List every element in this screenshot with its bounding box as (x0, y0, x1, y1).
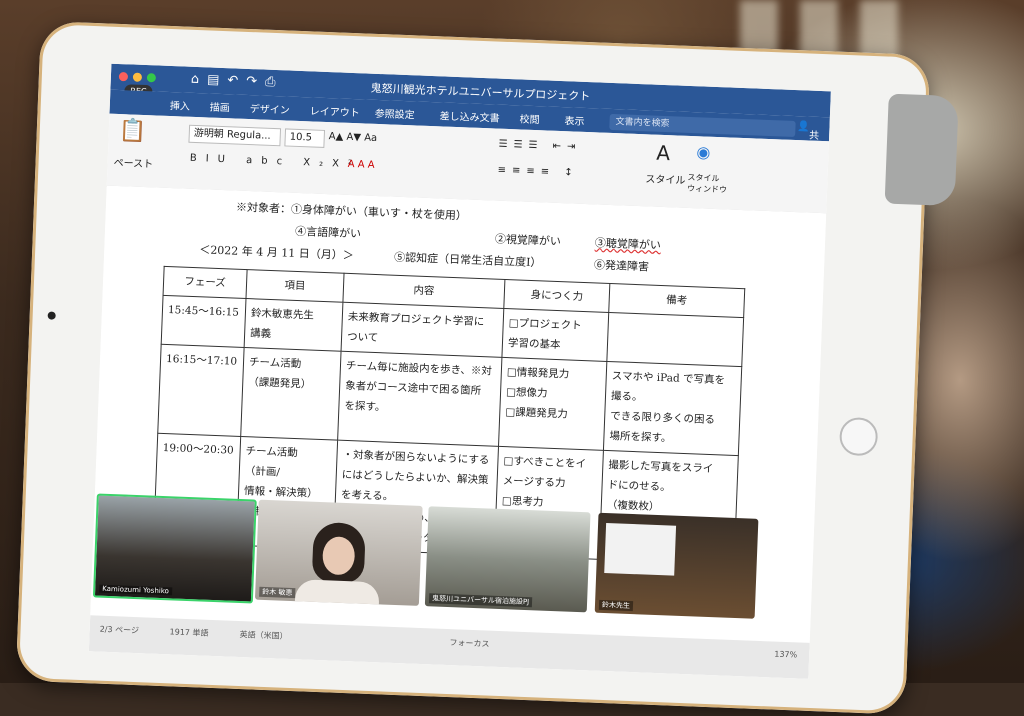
home-button[interactable] (838, 416, 879, 457)
ipad-tablet: REC ⌂▤↶↷⎙ 鬼怒川観光ホテルユニバーサルプロジェクト 挿入 描画 デザイ… (15, 20, 959, 715)
font-color-icon[interactable]: A A A (348, 159, 375, 171)
styles-label: スタイル (645, 174, 686, 187)
cell-notes: スマホや iPad で写真を 撮る。 できる限り多くの困る 場所を探す。 (603, 361, 742, 456)
target-line-3b: ⑥発達障害 (593, 258, 650, 274)
zoom-window-icon[interactable] (146, 73, 157, 83)
styles-window-icon[interactable]: ◉ (696, 142, 711, 162)
video-tile-room[interactable]: Kamiozumi Yoshiko (92, 493, 257, 604)
target-line-1: ※対象者：①身体障がい（車いす・杖を使用） (235, 200, 468, 223)
cell-skills: □情報発見力 □想像力 □課題発見力 (498, 357, 607, 451)
video-tile-speaker[interactable]: 鈴木 敏恵 (254, 499, 423, 606)
styles-window-label: スタイル ウィンドウ (686, 172, 728, 195)
close-window-icon[interactable] (118, 72, 129, 82)
tablet-screen: REC ⌂▤↶↷⎙ 鬼怒川観光ホテルユニバーサルプロジェクト 挿入 描画 デザイ… (88, 63, 831, 679)
header-item: 項目 (245, 269, 345, 303)
video-tile-screen[interactable]: 鈴木先生 (594, 512, 759, 619)
minimize-window-icon[interactable] (132, 72, 143, 82)
paste-icon[interactable]: 📋 (118, 118, 146, 144)
video-caption: 鈴木先生 (598, 599, 634, 612)
tab-review[interactable]: 校閲 (519, 110, 540, 126)
cell-content: 未来教育プロジェクト学習に ついて (341, 302, 504, 358)
tab-layout[interactable]: レイアウト (309, 102, 360, 119)
cell-time: 16:15～17:10 (157, 344, 245, 437)
tab-design[interactable]: デザイン (250, 100, 291, 117)
tab-view[interactable]: 表示 (564, 112, 585, 128)
target-line-2b: ②視覚障がい (494, 232, 562, 249)
date-line: ＜2022 年 4 月 11 日（月）＞ (199, 243, 354, 263)
cell-skills: □プロジェクト 学習の基本 (501, 308, 609, 362)
tab-references[interactable]: 参照設定 (374, 105, 415, 122)
tab-mailings[interactable]: 差し込み文書 (439, 107, 500, 124)
tab-draw[interactable]: 描画 (210, 99, 231, 115)
target-line-3: ⑤認知症（日常生活自立度Ⅰ） (393, 250, 542, 270)
tablet-stand-clip (884, 93, 959, 207)
target-line-2a: ④言語障がい (294, 224, 362, 241)
zoom-level[interactable]: 137% (774, 650, 797, 660)
video-caption: 鬼怒川ユニバーサル宿泊施設PJ (428, 593, 533, 608)
share-button[interactable]: 👤 共有 (797, 121, 820, 157)
tab-insert[interactable]: 挿入 (170, 97, 191, 113)
alignment-tools[interactable]: ≡≡≡≡ ↕ (497, 165, 578, 179)
cell-item: チーム活動 （課題発見） (240, 347, 342, 441)
paragraph-tools[interactable]: ☰☰☰ ⇤⇥ (498, 139, 581, 153)
styles-icon[interactable]: A (656, 141, 671, 166)
focus-button[interactable]: フォーカス (449, 637, 489, 650)
cell-content: チーム毎に施設内を歩き、※対 象者がコース途中で困る箇所 を探す。 (337, 351, 502, 447)
quick-access-toolbar[interactable]: ⌂▤↶↷⎙ (191, 72, 284, 91)
projected-slide (604, 523, 677, 576)
language-status: 英語（米国） (239, 630, 288, 641)
paste-label: ペースト (113, 157, 154, 171)
speaker-shoulders (294, 579, 380, 606)
video-tile-classroom[interactable]: 鬼怒川ユニバーサル宿泊施設PJ (424, 506, 591, 613)
page-count: 2/3 ページ (99, 624, 140, 636)
font-size-select[interactable]: 10.5 (284, 128, 326, 148)
header-skills: 身につく力 (503, 279, 610, 313)
video-caption: 鈴木 敏恵 (259, 586, 296, 599)
font-grow-icon[interactable]: A▲ A▼ Aa (329, 131, 378, 144)
format-buttons[interactable]: BIU abc X₂X² (190, 153, 361, 171)
word-count: 1917 単語 (169, 627, 209, 638)
header-phase: フェーズ (163, 266, 248, 299)
cell-time: 15:45～16:15 (161, 295, 246, 348)
font-name-select[interactable]: 游明朝 Regula... (188, 124, 282, 147)
front-camera (47, 311, 56, 320)
target-line-2c: ③聴覚障がい (594, 236, 662, 252)
cell-notes (606, 312, 744, 367)
cell-item: 鈴木敏恵先生 講義 (244, 298, 343, 352)
video-caption: Kamiozumi Yoshiko (99, 584, 173, 596)
